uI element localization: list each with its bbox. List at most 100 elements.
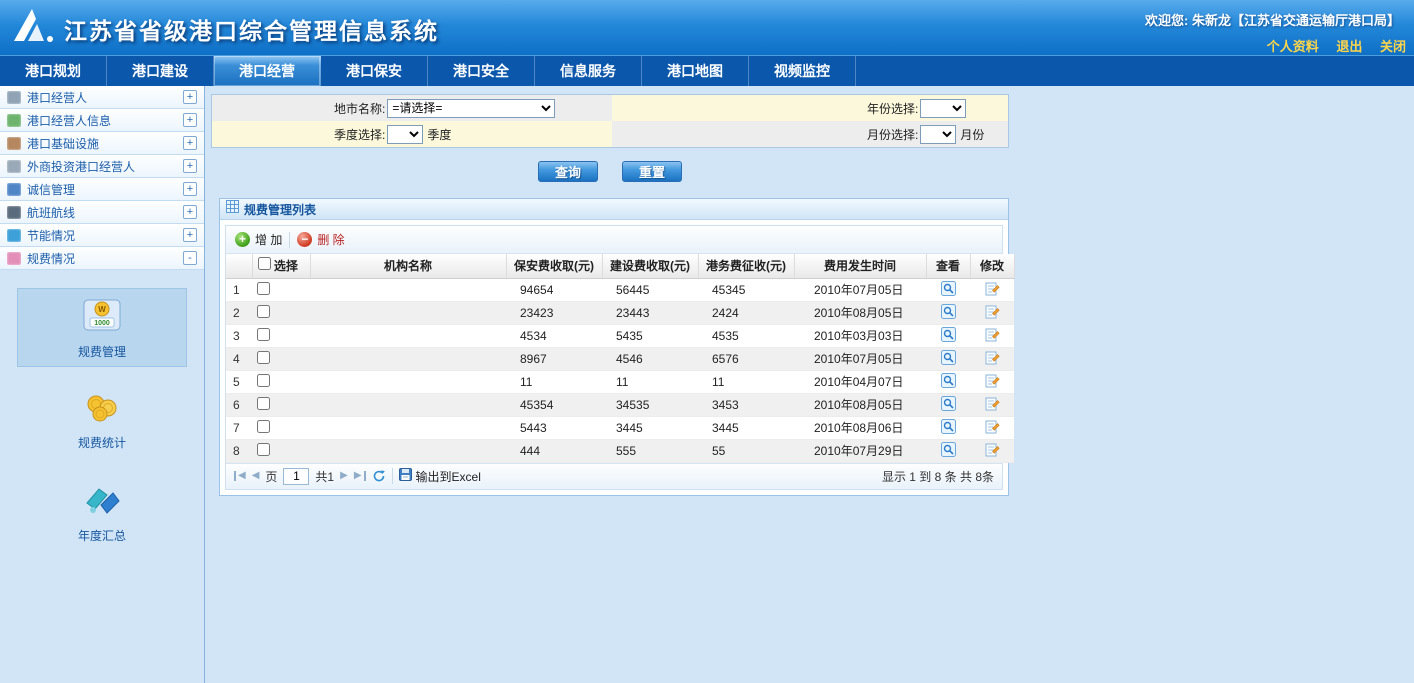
- expand-toggle[interactable]: +: [183, 159, 197, 173]
- sidebar-item-label: 港口经营人: [27, 89, 183, 106]
- nav-tab[interactable]: 港口建设: [107, 56, 214, 86]
- fee-date-cell: 2010年08月05日: [794, 393, 926, 416]
- row-checkbox[interactable]: [257, 374, 270, 387]
- search-button[interactable]: 查询: [538, 161, 598, 182]
- view-header: 查看: [926, 254, 970, 278]
- nav-tab[interactable]: 信息服务: [535, 56, 642, 86]
- first-page-icon[interactable]: ◀: [234, 471, 246, 481]
- edit-icon[interactable]: [985, 327, 1000, 342]
- svg-text:W: W: [98, 305, 106, 314]
- view-icon[interactable]: [941, 373, 956, 388]
- city-select[interactable]: =请选择=: [387, 99, 555, 118]
- select-header-label: 选择: [274, 259, 298, 273]
- view-icon[interactable]: [941, 442, 956, 457]
- fee-date-cell: 2010年04月07日: [794, 370, 926, 393]
- nav-tab-label: 信息服务: [560, 63, 616, 79]
- edit-cell: [970, 393, 1014, 416]
- refresh-icon[interactable]: [372, 469, 386, 483]
- edit-icon[interactable]: [985, 350, 1000, 365]
- edit-icon[interactable]: [985, 442, 1000, 457]
- table-row: 5 11 11 11 2010年04月07日: [226, 370, 1014, 393]
- sidebar-item-label: 航班航线: [27, 204, 183, 221]
- sidebar-item[interactable]: 航班航线 +: [0, 201, 204, 224]
- quarter-suffix: 季度: [427, 126, 451, 143]
- submenu-item-fee-management[interactable]: W 1000 规费管理: [17, 288, 187, 367]
- table-row: 1 94654 56445 45345 2010年07月05日: [226, 278, 1014, 301]
- nav-tab[interactable]: 视频监控: [749, 56, 856, 86]
- table-toolbar: + 增 加 − 删 除: [226, 226, 1002, 254]
- row-checkbox[interactable]: [257, 328, 270, 341]
- edit-icon[interactable]: [985, 281, 1000, 296]
- edit-icon[interactable]: [985, 419, 1000, 434]
- edit-cell: [970, 324, 1014, 347]
- main-content: 地市名称: =请选择= 年份选择: 季度选择:: [205, 86, 1414, 683]
- view-cell: [926, 301, 970, 324]
- view-icon[interactable]: [941, 396, 956, 411]
- sidebar-item[interactable]: 港口经营人 +: [0, 86, 204, 109]
- add-button[interactable]: + 增 加: [235, 231, 282, 248]
- view-icon[interactable]: [941, 281, 956, 296]
- submenu-item-fee-statistics[interactable]: 规费统计: [17, 383, 187, 458]
- row-checkbox[interactable]: [257, 282, 270, 295]
- prev-page-icon[interactable]: ◀: [252, 471, 260, 481]
- sidebar-item[interactable]: 规费情况 -: [0, 247, 204, 270]
- select-all-checkbox[interactable]: [258, 257, 271, 270]
- expand-toggle[interactable]: +: [183, 228, 197, 242]
- expand-toggle[interactable]: +: [183, 205, 197, 219]
- close-link[interactable]: 关闭: [1380, 39, 1406, 54]
- nav-tab-label: 港口经营: [239, 63, 295, 79]
- sidebar-item[interactable]: 节能情况 +: [0, 224, 204, 247]
- row-checkbox[interactable]: [257, 305, 270, 318]
- view-icon[interactable]: [941, 350, 956, 365]
- sidebar-item[interactable]: 港口经营人信息 +: [0, 109, 204, 132]
- org-name-cell: [310, 370, 506, 393]
- construction-fee-cell: 555: [602, 439, 698, 462]
- expand-toggle[interactable]: +: [183, 136, 197, 150]
- edit-cell: [970, 278, 1014, 301]
- next-page-icon[interactable]: ▶: [340, 471, 348, 481]
- app-window: 江苏省省级港口综合管理信息系统 欢迎您: 朱新龙【江苏省交通运输厅港口局】 个人…: [0, 0, 1414, 683]
- row-checkbox[interactable]: [257, 351, 270, 364]
- expand-toggle[interactable]: +: [183, 90, 197, 104]
- reset-button[interactable]: 重置: [622, 161, 682, 182]
- sidebar-item-icon: [7, 229, 21, 242]
- expand-toggle[interactable]: +: [183, 113, 197, 127]
- row-checkbox[interactable]: [257, 443, 270, 456]
- nav-tab[interactable]: 港口经营: [214, 56, 321, 86]
- port-fee-header: 港务费征收(元): [698, 254, 794, 278]
- nav-tab[interactable]: 港口规划: [0, 56, 107, 86]
- edit-icon[interactable]: [985, 304, 1000, 319]
- expand-toggle[interactable]: +: [183, 182, 197, 196]
- profile-link[interactable]: 个人资料: [1267, 39, 1319, 54]
- sidebar-item[interactable]: 外商投资港口经营人 +: [0, 155, 204, 178]
- nav-tab[interactable]: 港口地图: [642, 56, 749, 86]
- submenu-item-label: 年度汇总: [78, 527, 126, 544]
- security-fee-cell: 5443: [506, 416, 602, 439]
- svg-text:1000: 1000: [94, 320, 110, 327]
- last-page-icon[interactable]: ▶: [354, 471, 366, 481]
- year-label: 年份选择:: [867, 100, 918, 117]
- security-fee-cell: 23423: [506, 301, 602, 324]
- page-number-input[interactable]: [283, 468, 309, 485]
- edit-icon[interactable]: [985, 396, 1000, 411]
- row-checkbox[interactable]: [257, 397, 270, 410]
- org-name-cell: [310, 347, 506, 370]
- view-icon[interactable]: [941, 327, 956, 342]
- row-checkbox[interactable]: [257, 420, 270, 433]
- delete-button[interactable]: − 删 除: [297, 231, 344, 248]
- logout-link[interactable]: 退出: [1336, 39, 1362, 54]
- view-icon[interactable]: [941, 304, 956, 319]
- nav-tab[interactable]: 港口安全: [428, 56, 535, 86]
- year-select[interactable]: [920, 99, 966, 118]
- sidebar-item[interactable]: 诚信管理 +: [0, 178, 204, 201]
- view-icon[interactable]: [941, 419, 956, 434]
- month-select[interactable]: [920, 125, 956, 144]
- select-cell: [252, 278, 310, 301]
- edit-icon[interactable]: [985, 373, 1000, 388]
- submenu-item-annual-summary[interactable]: 年度汇总: [17, 474, 187, 551]
- export-excel-button[interactable]: 输出到Excel: [399, 468, 481, 485]
- sidebar-item[interactable]: 港口基础设施 +: [0, 132, 204, 155]
- nav-tab[interactable]: 港口保安: [321, 56, 428, 86]
- quarter-select[interactable]: [387, 125, 423, 144]
- expand-toggle[interactable]: -: [183, 251, 197, 265]
